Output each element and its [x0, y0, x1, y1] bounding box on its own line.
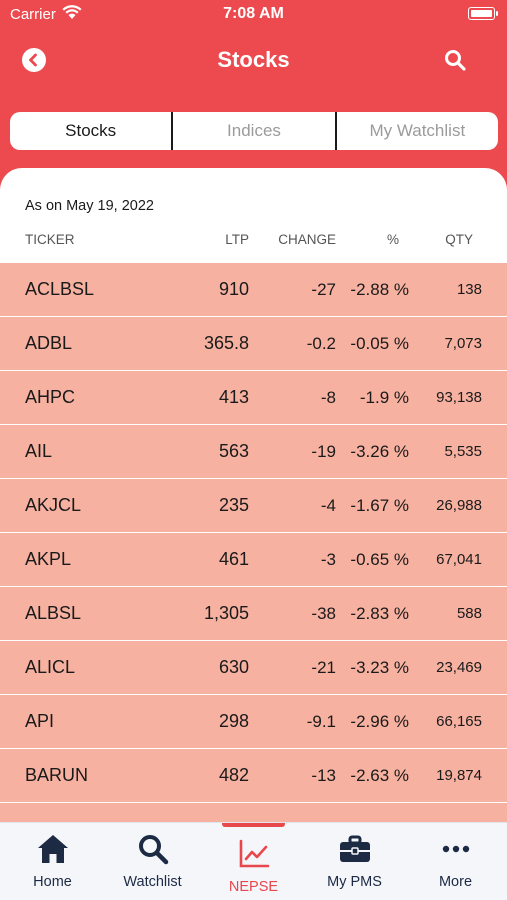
as-on-date: As on May 19, 2022 — [25, 198, 154, 214]
column-header-percent: % — [386, 232, 399, 247]
percent-change: -0.65 % — [350, 550, 409, 569]
change: -3 — [320, 550, 336, 569]
search-icon — [445, 50, 466, 71]
ticker: ADBL — [25, 333, 73, 353]
column-header-ltp: LTP — [225, 232, 249, 247]
ltp: 461 — [218, 549, 249, 569]
stock-row[interactable]: ADBL 365.8 -0.2 -0.05 % 7,073 — [0, 316, 507, 370]
nav-label: NEPSE — [228, 879, 279, 895]
stock-row[interactable]: ACLBSL 910 -27 -2.88 % 138 — [0, 262, 507, 316]
ticker: ACLBSL — [25, 279, 95, 299]
nav-more[interactable]: More — [405, 823, 506, 900]
nav-label: More — [438, 874, 473, 890]
qty: 19,874 — [436, 767, 482, 784]
segment-tabs: Stocks Indices My Watchlist — [10, 112, 498, 150]
search-button[interactable] — [443, 48, 467, 72]
qty: 66,165 — [436, 713, 482, 730]
change: -27 — [311, 280, 336, 299]
stock-row[interactable]: AHPC 413 -8 -1.9 % 93,138 — [0, 370, 507, 424]
ltp: 482 — [218, 765, 249, 785]
ticker: AHPC — [25, 387, 76, 407]
percent-change: -3.23 % — [350, 658, 409, 677]
ltp: 1,305 — [203, 603, 249, 623]
header: Carrier 7:08 AM Stocks Stocks Indices My… — [0, 0, 507, 196]
ticker: AKJCL — [25, 495, 82, 515]
ltp: 630 — [218, 657, 249, 677]
page-title: Stocks — [217, 47, 290, 72]
bottom-nav: Home Watchlist NEPSE My PMS More — [0, 822, 507, 900]
ltp: 235 — [218, 495, 249, 515]
percent-change: -0.05 % — [350, 334, 409, 353]
stock-list: ACLBSL 910 -27 -2.88 % 138 ADBL 365.8 -0… — [0, 262, 507, 828]
ltp: 298 — [218, 711, 249, 731]
tab-stocks[interactable]: Stocks — [10, 112, 171, 150]
home-icon — [37, 835, 68, 863]
more-dots-icon — [442, 845, 469, 853]
chart-line-icon — [239, 839, 269, 868]
change: -21 — [311, 658, 336, 677]
percent-change: -2.63 % — [350, 766, 409, 785]
nav-home[interactable]: Home — [2, 823, 103, 900]
tab-my-watchlist[interactable]: My Watchlist — [337, 112, 498, 150]
qty: 26,988 — [436, 497, 482, 514]
nav-label: My PMS — [327, 874, 382, 890]
stock-row[interactable]: AIL 563 -19 -3.26 % 5,535 — [0, 424, 507, 478]
ticker: AKPL — [25, 549, 72, 569]
ticker: API — [25, 711, 55, 731]
stock-row[interactable]: ALBSL 1,305 -38 -2.83 % 588 — [0, 586, 507, 640]
change: -13 — [311, 766, 336, 785]
stock-row[interactable]: BARUN 482 -13 -2.63 % 19,874 — [0, 748, 507, 802]
ltp: 563 — [218, 441, 249, 461]
nav-watchlist[interactable]: Watchlist — [102, 823, 203, 900]
column-header-qty: QTY — [445, 232, 473, 247]
change: -38 — [311, 604, 336, 623]
change: -4 — [320, 496, 336, 515]
nav-my-pms[interactable]: My PMS — [304, 823, 405, 900]
change: -8 — [320, 388, 336, 407]
nav-label: Watchlist — [123, 874, 182, 890]
status-time: 7:08 AM — [223, 5, 284, 22]
ticker: ALBSL — [25, 603, 82, 623]
qty: 138 — [456, 281, 482, 298]
qty: 67,041 — [436, 551, 482, 568]
percent-change: -2.96 % — [350, 712, 409, 731]
percent-change: -2.88 % — [350, 280, 409, 299]
change: -19 — [311, 442, 336, 461]
ticker: AIL — [25, 441, 53, 461]
nav-nepse[interactable]: NEPSE — [203, 823, 304, 900]
qty: 93,138 — [436, 389, 482, 406]
nav-label: Home — [33, 874, 72, 890]
qty: 23,469 — [436, 659, 482, 676]
change: -9.1 — [306, 712, 336, 731]
ticker: BARUN — [25, 765, 89, 785]
ltp: 910 — [218, 279, 249, 299]
tab-indices[interactable]: Indices — [173, 112, 334, 150]
ltp: 365.8 — [203, 333, 249, 353]
qty: 7,073 — [444, 335, 482, 352]
status-bar: Carrier 7:08 AM — [0, 0, 507, 30]
column-header-ticker: TICKER — [25, 232, 75, 247]
percent-change: -1.9 % — [359, 388, 409, 407]
briefcase-icon — [339, 835, 370, 862]
qty: 588 — [456, 605, 482, 622]
stock-row[interactable]: AKPL 461 -3 -0.65 % 67,041 — [0, 532, 507, 586]
percent-change: -1.67 % — [350, 496, 409, 515]
percent-change: -3.26 % — [350, 442, 409, 461]
qty: 5,535 — [444, 443, 482, 460]
search-icon — [138, 835, 168, 865]
percent-change: -2.83 % — [350, 604, 409, 623]
change: -0.2 — [306, 334, 336, 353]
stock-row[interactable]: API 298 -9.1 -2.96 % 66,165 — [0, 694, 507, 748]
ticker: ALICL — [25, 657, 76, 677]
ltp: 413 — [218, 387, 249, 407]
column-header-change: CHANGE — [278, 232, 336, 247]
stock-row[interactable]: ALICL 630 -21 -3.23 % 23,469 — [0, 640, 507, 694]
stocks-panel[interactable]: As on May 19, 2022 TICKER LTP CHANGE % Q… — [0, 168, 507, 828]
battery-icon — [468, 7, 498, 20]
stock-row[interactable]: AKJCL 235 -4 -1.67 % 26,988 — [0, 478, 507, 532]
